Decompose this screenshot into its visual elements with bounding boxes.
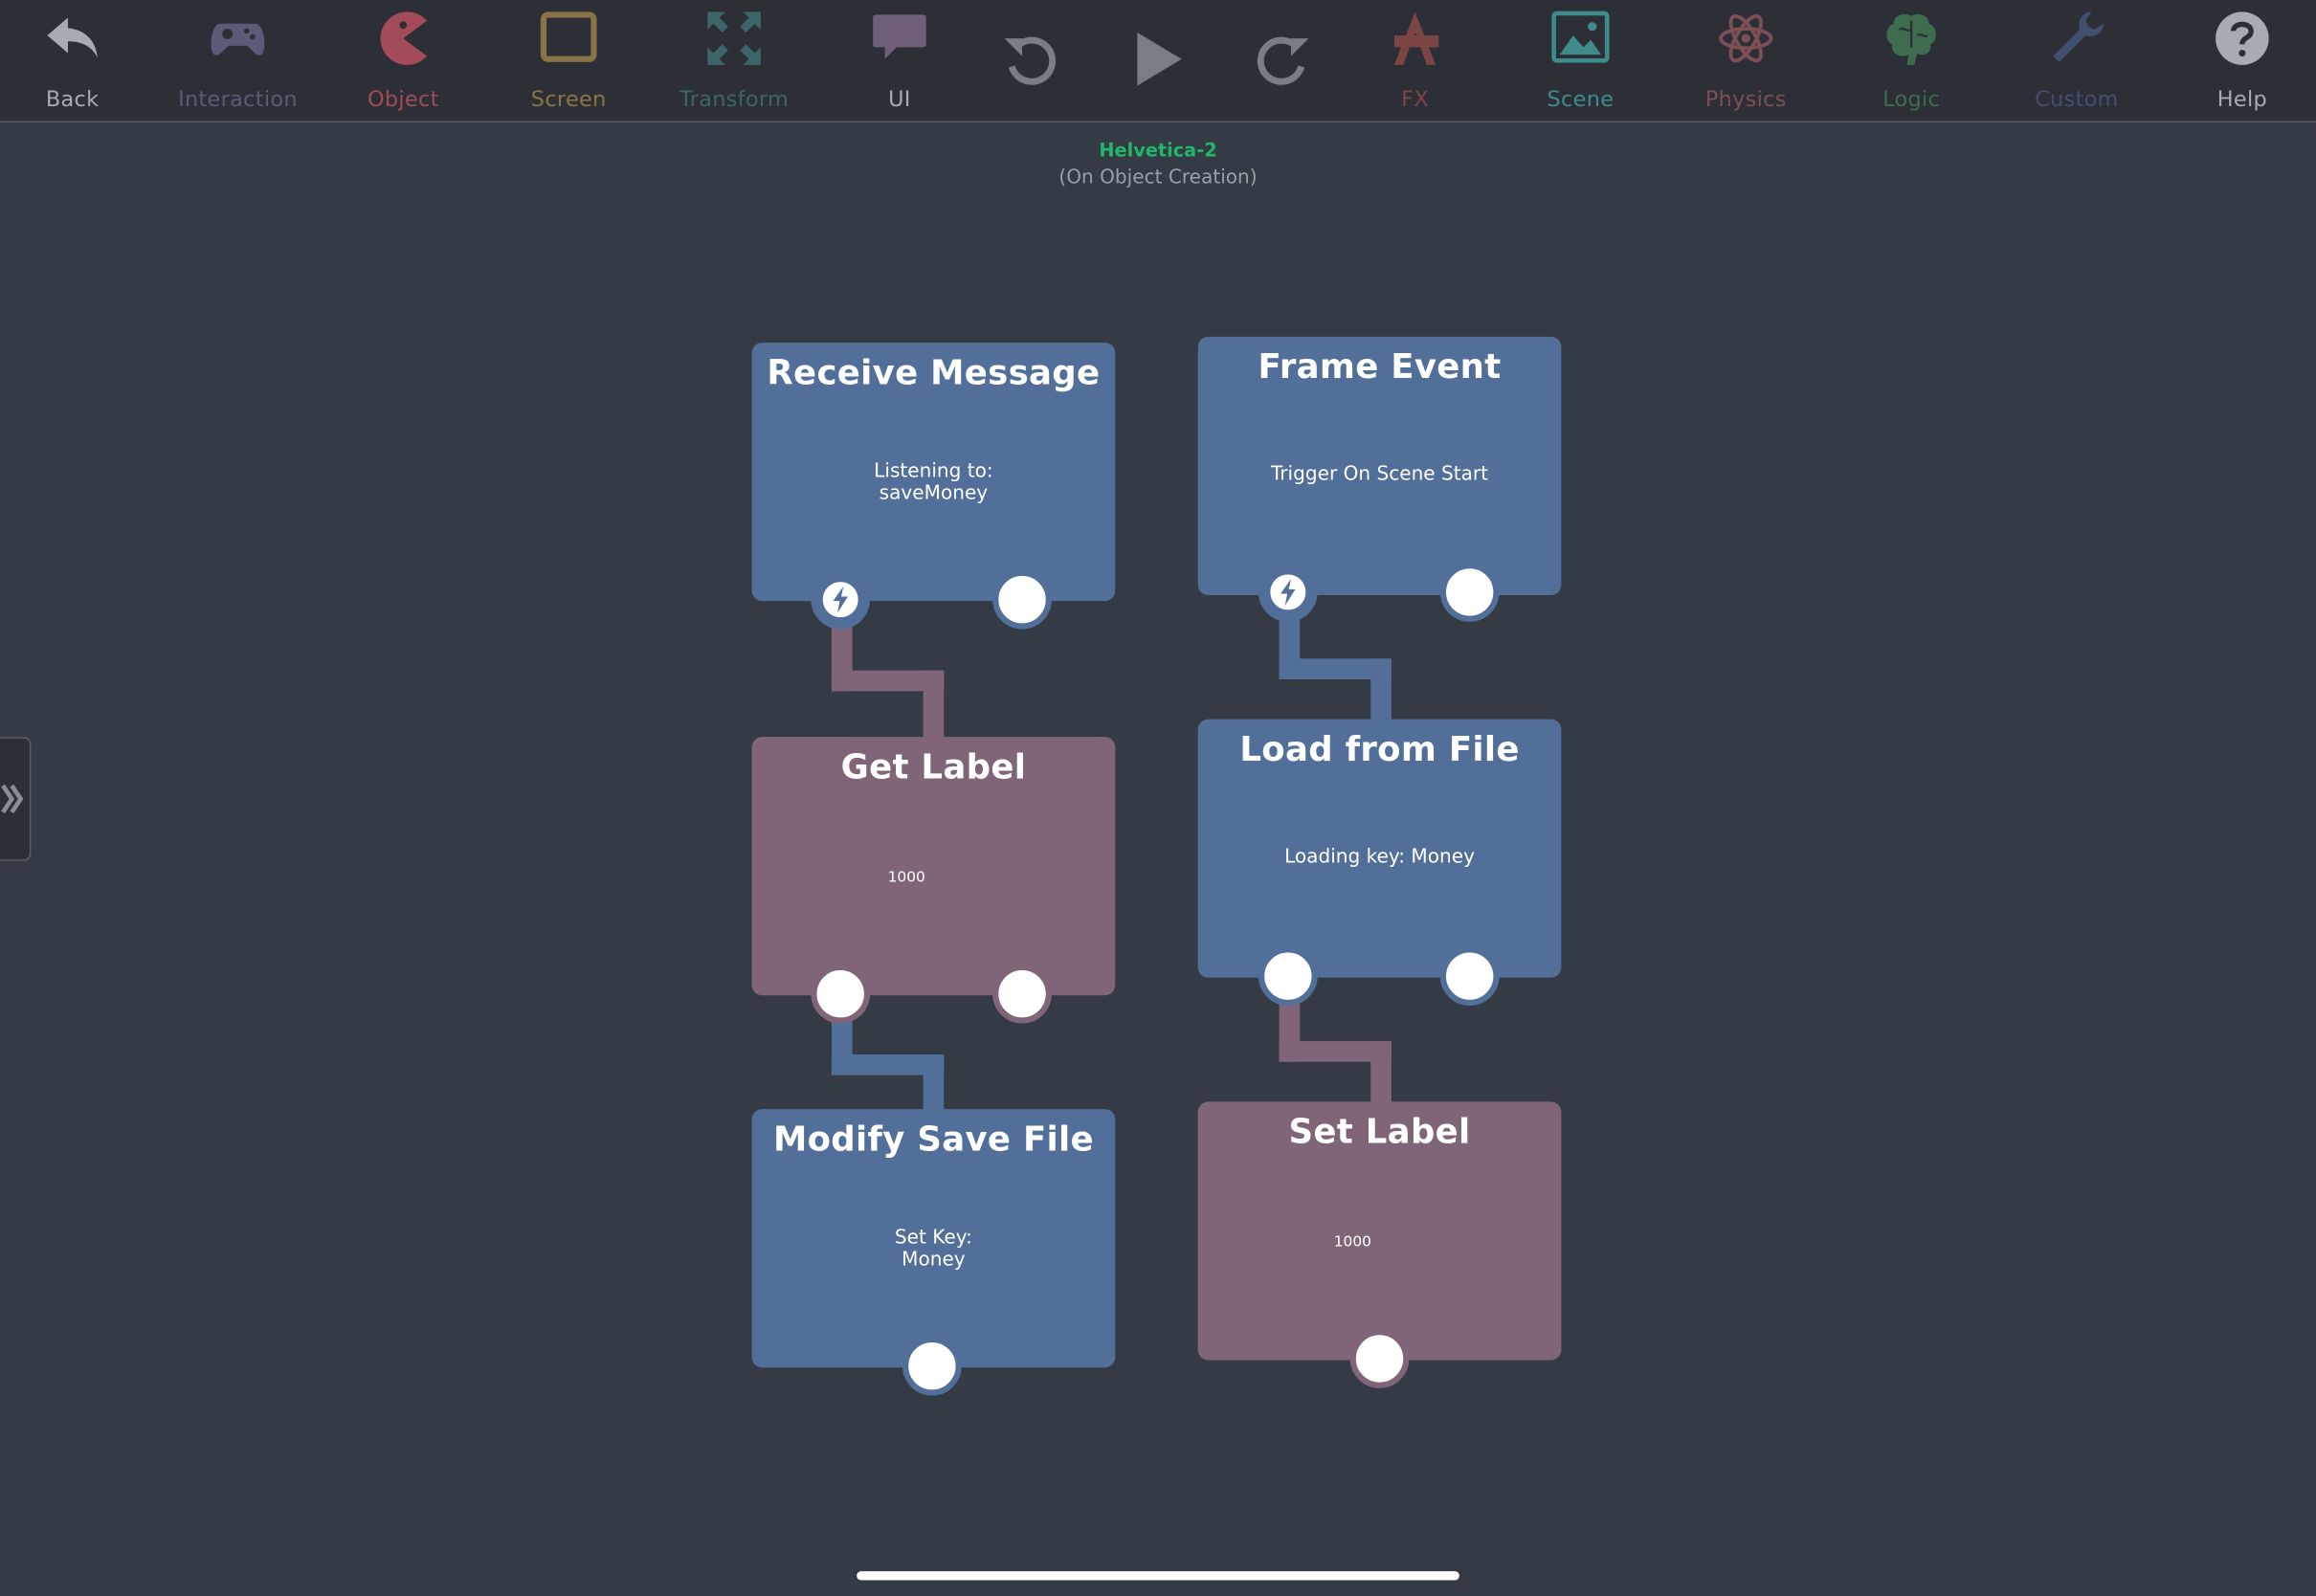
undo-icon[interactable]	[998, 27, 1063, 92]
back-button[interactable]: Back	[0, 0, 155, 122]
lightning-icon	[1270, 574, 1306, 610]
logic-label: Logic	[1882, 88, 1941, 113]
port-next[interactable]	[902, 1336, 962, 1396]
port-next[interactable]	[1349, 1329, 1410, 1388]
port-output[interactable]	[992, 964, 1052, 1024]
screen-button[interactable]: Screen	[486, 0, 652, 122]
wire-getlabel-to-modify	[923, 1053, 945, 1114]
expand-arrows-icon	[707, 11, 761, 65]
help-button[interactable]: Help	[2159, 0, 2316, 122]
node-body: 1000	[1333, 1234, 1371, 1252]
toolbar: Back Interaction Object Screen Transform…	[0, 0, 2316, 123]
tablet-icon	[540, 11, 597, 62]
wire-frame-to-load	[1370, 658, 1392, 724]
event-header: Helvetica-2 (On Object Creation)	[0, 139, 2316, 188]
gamepad-icon	[211, 23, 265, 55]
transform-label: Transform	[679, 88, 790, 113]
custom-button[interactable]: Custom	[1994, 0, 2160, 122]
atom-icon	[1719, 13, 1773, 63]
question-circle-icon	[2216, 11, 2269, 65]
port-trigger[interactable]	[811, 569, 871, 630]
ui-label: UI	[888, 88, 911, 113]
double-chevron-right-icon	[1, 784, 24, 814]
event-name: (On Object Creation)	[1058, 166, 1258, 189]
scene-button[interactable]: Scene	[1498, 0, 1663, 122]
node-title: Load from File	[1239, 730, 1520, 770]
interaction-button[interactable]: Interaction	[155, 0, 321, 122]
node-title: Frame Event	[1258, 348, 1502, 388]
back-label: Back	[45, 88, 100, 113]
transform-button[interactable]: Transform	[652, 0, 817, 122]
node-frame-event[interactable]: Frame Event Trigger On Scene Start	[1197, 336, 1562, 595]
help-label: Help	[2216, 88, 2267, 113]
node-load-from-file[interactable]: Load from File Loading key: Money	[1197, 719, 1562, 978]
node-modify-save-file[interactable]: Modify Save File Set Key: Money	[751, 1109, 1116, 1368]
home-indicator[interactable]	[857, 1571, 1459, 1581]
wire-receive-to-getlabel	[923, 670, 945, 742]
pacman-icon	[380, 11, 428, 65]
wrench-icon	[2053, 11, 2104, 62]
node-get-label[interactable]: Get Label 1000	[751, 737, 1116, 996]
port-next[interactable]	[811, 964, 871, 1024]
object-label: Object	[367, 88, 439, 113]
node-body: 1000	[887, 870, 925, 887]
wire-load-to-setlabel	[1370, 1041, 1392, 1107]
node-set-label[interactable]: Set Label 1000	[1197, 1101, 1562, 1361]
speech-bubble-icon	[873, 14, 926, 59]
logic-button[interactable]: Logic	[1829, 0, 1994, 122]
node-body: Loading key: Money	[1284, 846, 1475, 869]
node-title: Modify Save File	[772, 1120, 1094, 1160]
port-output[interactable]	[1439, 946, 1500, 1007]
node-title: Get Label	[840, 748, 1027, 787]
physics-button[interactable]: Physics	[1663, 0, 1829, 122]
object-name: Helvetica-2	[1099, 139, 1217, 162]
screen-label: Screen	[530, 88, 607, 113]
play-icon[interactable]	[1125, 27, 1191, 92]
ui-button[interactable]: UI	[817, 0, 983, 122]
port-output[interactable]	[1439, 563, 1500, 622]
fx-button[interactable]: FX	[1332, 0, 1498, 122]
port-output[interactable]	[992, 569, 1052, 630]
lightning-icon	[822, 582, 858, 618]
fx-label: FX	[1401, 88, 1429, 113]
landscape-image-icon	[1551, 11, 1610, 63]
brain-icon	[1886, 13, 1936, 65]
node-title: Set Label	[1288, 1113, 1471, 1152]
node-body: Listening to: saveMoney	[874, 460, 993, 505]
scene-label: Scene	[1547, 88, 1615, 113]
port-next[interactable]	[1258, 946, 1318, 1007]
redo-icon[interactable]	[1250, 27, 1315, 92]
side-drawer-tab[interactable]	[0, 737, 32, 861]
back-arrow-icon	[47, 17, 98, 58]
node-title: Receive Message	[767, 354, 1101, 393]
node-body: Trigger On Scene Start	[1270, 463, 1489, 486]
node-body: Set Key: Money	[894, 1227, 972, 1272]
interaction-label: Interaction	[178, 88, 298, 113]
port-trigger[interactable]	[1258, 563, 1318, 622]
object-button[interactable]: Object	[321, 0, 486, 122]
node-receive-message[interactable]: Receive Message Listening to: saveMoney	[751, 343, 1116, 602]
fx-icon	[1393, 11, 1439, 65]
physics-label: Physics	[1704, 88, 1787, 113]
custom-label: Custom	[2035, 88, 2119, 113]
